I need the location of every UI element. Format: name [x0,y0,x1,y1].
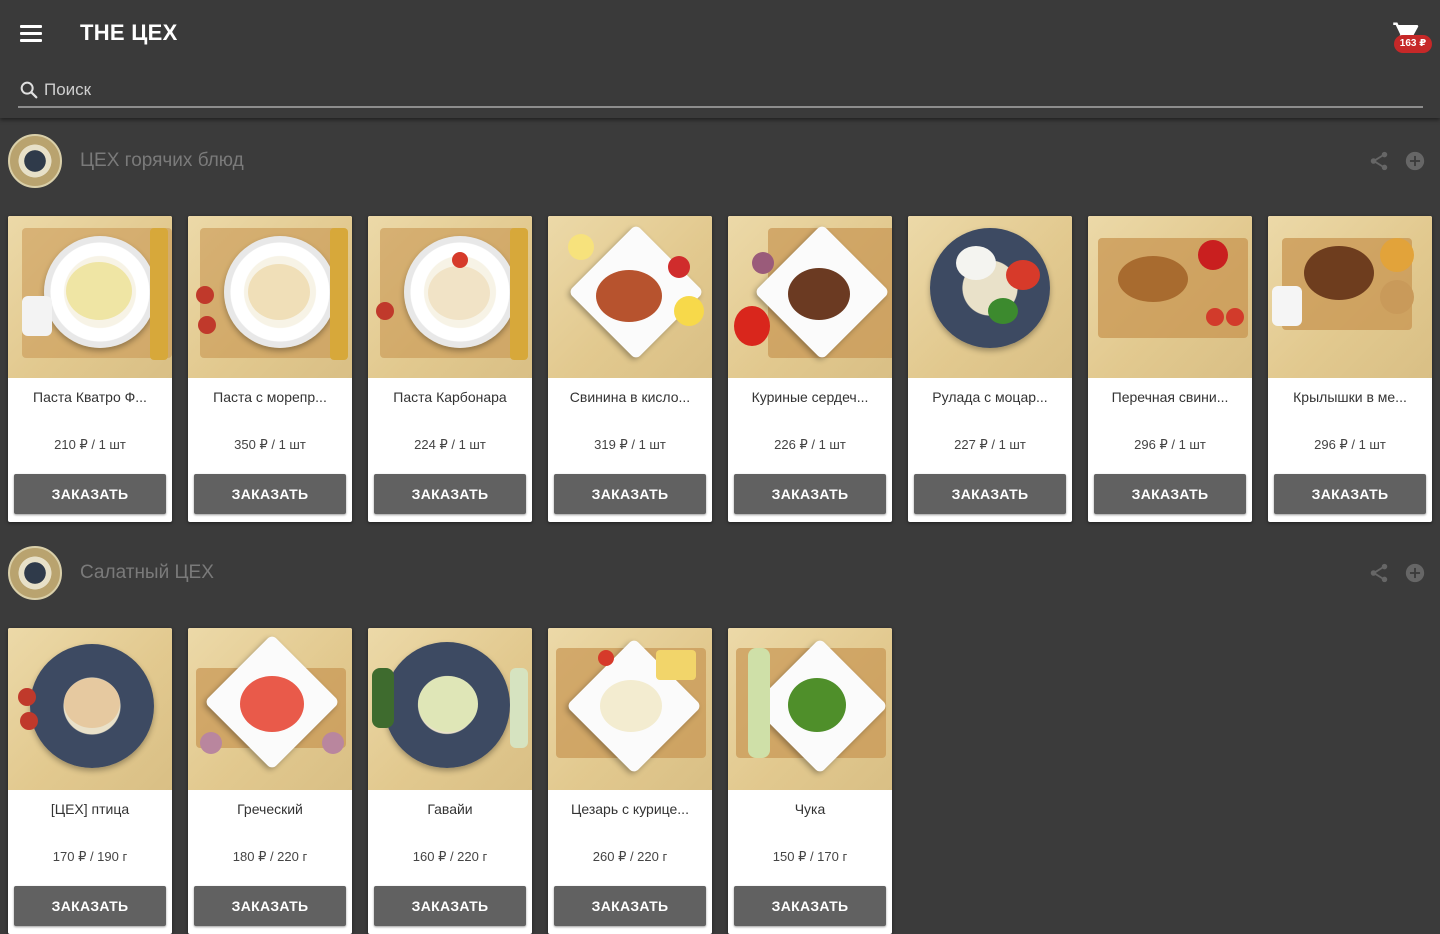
product-card[interactable]: Цезарь с курице... 260 ₽ / 220 г ЗАКАЗАТ… [548,628,712,934]
product-image [8,216,172,378]
order-button[interactable]: ЗАКАЗАТЬ [554,886,706,926]
share-icon[interactable] [1368,562,1390,584]
product-image [1268,216,1432,378]
product-price: 170 ₽ / 190 г [52,849,128,864]
order-button[interactable]: ЗАКАЗАТЬ [734,886,886,926]
product-image [188,216,352,378]
product-price: 210 ₽ / 1 шт [54,437,126,452]
product-name: Чука [794,801,826,817]
category-title: ЦЕХ горячих блюд [80,150,244,171]
product-name: Рулада с моцар... [932,389,1048,405]
product-image [1088,216,1252,378]
add-circle-icon[interactable] [1404,562,1426,584]
add-circle-icon[interactable] [1404,150,1426,172]
order-button[interactable]: ЗАКАЗАТЬ [554,474,706,514]
product-name: Крылышки в ме... [1293,389,1407,405]
order-button[interactable]: ЗАКАЗАТЬ [194,886,346,926]
order-button[interactable]: ЗАКАЗАТЬ [14,886,166,926]
product-card[interactable]: Перечная свини... 296 ₽ / 1 шт ЗАКАЗАТЬ [1088,216,1252,522]
share-icon[interactable] [1368,150,1390,172]
product-price: 319 ₽ / 1 шт [594,437,666,452]
product-card[interactable]: Греческий 180 ₽ / 220 г ЗАКАЗАТЬ [188,628,352,934]
order-button[interactable]: ЗАКАЗАТЬ [1094,474,1246,514]
product-price: 296 ₽ / 1 шт [1314,437,1386,452]
category-section-hot: ЦЕХ горячих блюд Паста Кватро Ф... 210 ₽… [0,134,1440,522]
product-image [188,628,352,790]
order-button[interactable]: ЗАКАЗАТЬ [194,474,346,514]
product-price: 227 ₽ / 1 шт [954,437,1026,452]
order-button[interactable]: ЗАКАЗАТЬ [374,886,526,926]
order-button[interactable]: ЗАКАЗАТЬ [1274,474,1426,514]
cart-button[interactable]: 163 ₽ [1388,18,1432,58]
product-name: Перечная свини... [1111,389,1229,405]
category-logo [8,546,62,600]
product-image [8,628,172,790]
product-card[interactable]: Куриные сердеч... 226 ₽ / 1 шт ЗАКАЗАТЬ [728,216,892,522]
product-image [908,216,1072,378]
product-card[interactable]: Паста Карбонара 224 ₽ / 1 шт ЗАКАЗАТЬ [368,216,532,522]
product-price: 350 ₽ / 1 шт [234,437,306,452]
product-card[interactable]: Чука 150 ₽ / 170 г ЗАКАЗАТЬ [728,628,892,934]
product-name: Паста с морепр... [213,389,327,405]
product-image [368,628,532,790]
order-button[interactable]: ЗАКАЗАТЬ [374,474,526,514]
product-price: 150 ₽ / 170 г [772,849,848,864]
product-card[interactable]: Паста с морепр... 350 ₽ / 1 шт ЗАКАЗАТЬ [188,216,352,522]
product-price: 224 ₽ / 1 шт [414,437,486,452]
product-price: 180 ₽ / 220 г [232,849,308,864]
app-title: THE ЦЕХ [80,20,178,45]
category-section-salads: Салатный ЦЕХ [ЦЕХ] птица 170 ₽ / 190 г З… [0,546,1440,934]
product-name: Цезарь с курице... [571,801,689,817]
product-card[interactable]: Паста Кватро Ф... 210 ₽ / 1 шт ЗАКАЗАТЬ [8,216,172,522]
product-image [728,628,892,790]
product-image [548,628,712,790]
product-name: Гавайи [427,801,473,817]
product-image [728,216,892,378]
product-image [548,216,712,378]
category-title: Салатный ЦЕХ [80,562,214,583]
app-bar: THE ЦЕХ 163 ₽ [0,0,1440,118]
product-name: Паста Карбонара [393,389,507,405]
category-header: Салатный ЦЕХ [0,546,1440,606]
category-header: ЦЕХ горячих блюд [0,134,1440,194]
product-name: Куриные сердеч... [751,389,869,405]
order-button[interactable]: ЗАКАЗАТЬ [914,474,1066,514]
cart-total-badge: 163 ₽ [1394,35,1432,53]
product-image [368,216,532,378]
product-card[interactable]: Гавайи 160 ₽ / 220 г ЗАКАЗАТЬ [368,628,532,934]
product-card[interactable]: [ЦЕХ] птица 170 ₽ / 190 г ЗАКАЗАТЬ [8,628,172,934]
search-icon [20,81,38,99]
product-name: Свинина в кисло... [569,389,691,405]
product-price: 296 ₽ / 1 шт [1134,437,1206,452]
order-button[interactable]: ЗАКАЗАТЬ [14,474,166,514]
product-price: 160 ₽ / 220 г [412,849,488,864]
product-price: 260 ₽ / 220 г [592,849,668,864]
product-name: Паста Кватро Ф... [33,389,147,405]
product-price: 226 ₽ / 1 шт [774,437,846,452]
order-button[interactable]: ЗАКАЗАТЬ [734,474,886,514]
search-input[interactable] [44,80,1404,100]
product-name: [ЦЕХ] птица [50,801,130,817]
product-card[interactable]: Рулада с моцар... 227 ₽ / 1 шт ЗАКАЗАТЬ [908,216,1072,522]
product-card[interactable]: Крылышки в ме... 296 ₽ / 1 шт ЗАКАЗАТЬ [1268,216,1432,522]
product-name: Греческий [237,801,303,817]
product-card[interactable]: Свинина в кисло... 319 ₽ / 1 шт ЗАКАЗАТЬ [548,216,712,522]
search-bar [18,74,1423,108]
category-logo [8,134,62,188]
menu-icon[interactable] [16,18,48,48]
